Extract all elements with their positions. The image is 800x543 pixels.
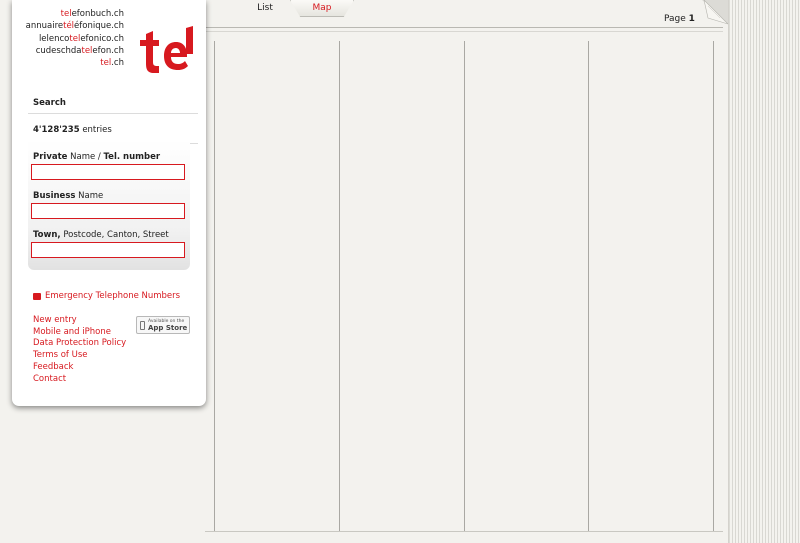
column-divider bbox=[713, 41, 714, 531]
private-label-bold2: Tel. number bbox=[103, 152, 161, 162]
emergency-numbers-link[interactable]: Emergency Telephone Numbers bbox=[33, 291, 180, 301]
site-link-pre: lelenco bbox=[38, 33, 70, 44]
app-store-line2: App Store bbox=[148, 324, 188, 332]
emergency-numbers-label: Emergency Telephone Numbers bbox=[45, 291, 181, 301]
town-label-rest: Postcode, Canton, Street bbox=[63, 230, 169, 240]
terms-of-use-link[interactable]: Terms of Use bbox=[33, 350, 126, 362]
tab-map[interactable]: Map bbox=[290, 0, 354, 17]
site-link-red: tel bbox=[60, 9, 72, 19]
new-entry-link[interactable]: New entry bbox=[33, 315, 126, 327]
search-title: Search bbox=[33, 98, 66, 108]
contact-link[interactable]: Contact bbox=[33, 374, 126, 386]
column-divider bbox=[214, 41, 215, 531]
site-link-rest: efon.ch bbox=[92, 45, 124, 56]
entries-number: 4'128'235 bbox=[33, 125, 80, 135]
site-link-red: tél bbox=[63, 21, 75, 32]
town-input[interactable] bbox=[31, 242, 185, 258]
page-curl-icon[interactable] bbox=[702, 0, 730, 26]
site-link-pre: cudeschda bbox=[35, 45, 82, 56]
app-store-text: Available on the App Store bbox=[148, 318, 187, 332]
private-label-bold: Private bbox=[33, 152, 68, 162]
divider bbox=[205, 531, 723, 532]
app-store-badge[interactable]: Available on the App Store bbox=[136, 316, 190, 334]
emergency-icon bbox=[33, 292, 41, 300]
feedback-link[interactable]: Feedback bbox=[33, 362, 126, 374]
tel-logo[interactable] bbox=[134, 26, 196, 80]
site-link-red: tel bbox=[100, 58, 112, 69]
town-label: Town, Postcode, Canton, Street bbox=[33, 230, 169, 240]
page-stack-edge bbox=[730, 0, 800, 543]
phone-icon bbox=[140, 320, 145, 330]
business-label: Business Name bbox=[33, 191, 103, 201]
private-name-input[interactable] bbox=[31, 164, 185, 180]
data-protection-link[interactable]: Data Protection Policy bbox=[33, 338, 126, 350]
business-label-rest: Name bbox=[78, 191, 104, 201]
divider bbox=[205, 31, 723, 32]
column-divider bbox=[588, 41, 589, 531]
business-label-bold: Business bbox=[33, 191, 76, 201]
column-divider bbox=[464, 41, 465, 531]
private-label-mid: Name / bbox=[70, 152, 101, 162]
entries-count: 4'128'235 entries bbox=[33, 125, 112, 135]
search-panel: telefonbuch.ch annuairetéléfonique.ch le… bbox=[12, 0, 206, 406]
site-link-lelenco[interactable]: lelencotelefonico.ch bbox=[26, 33, 124, 45]
page-label: Page bbox=[664, 14, 686, 24]
site-link-rest: efonico.ch bbox=[80, 33, 124, 44]
site-link-tel[interactable]: tel.ch bbox=[26, 57, 124, 69]
page-number: 1 bbox=[688, 14, 695, 24]
divider bbox=[28, 113, 198, 114]
site-link-rest: efonbuch.ch bbox=[71, 9, 124, 19]
site-link-rest: .ch bbox=[111, 58, 124, 69]
column-divider bbox=[339, 41, 340, 531]
page-indicator: Page 1 bbox=[664, 14, 695, 24]
site-list: telefonbuch.ch annuairetéléfonique.ch le… bbox=[26, 8, 124, 69]
site-link-red: tel bbox=[81, 45, 93, 56]
site-link-pre: annuaire bbox=[25, 21, 64, 32]
site-link-telefonbuch[interactable]: telefonbuch.ch bbox=[26, 8, 124, 20]
site-link-rest: éfonique.ch bbox=[74, 21, 124, 32]
town-label-bold: Town, bbox=[33, 230, 61, 240]
private-label: Private Name / Tel. number bbox=[33, 152, 160, 162]
site-link-red: tel bbox=[69, 33, 81, 44]
entries-label: entries bbox=[82, 125, 112, 135]
site-link-cudeschda[interactable]: cudeschdatelefon.ch bbox=[26, 45, 124, 57]
mobile-iphone-link[interactable]: Mobile and iPhone bbox=[33, 327, 126, 339]
site-link-annuaire[interactable]: annuairetéléfonique.ch bbox=[26, 20, 124, 32]
divider bbox=[205, 27, 723, 28]
tab-list[interactable]: List bbox=[238, 0, 292, 16]
business-name-input[interactable] bbox=[31, 203, 185, 219]
footer-links: New entry Mobile and iPhone Data Protect… bbox=[33, 315, 126, 385]
